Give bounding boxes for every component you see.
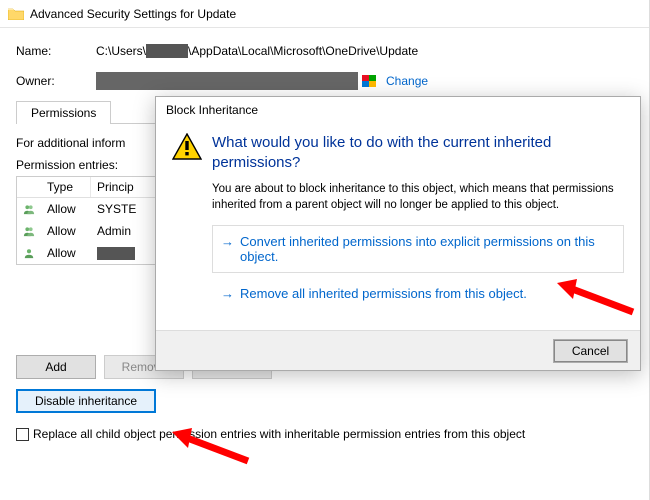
replace-checkbox-row[interactable]: Replace all child object permission entr… [16, 427, 633, 441]
path-suffix: \AppData\Local\Microsoft\OneDrive\Update [188, 44, 418, 58]
users-icon [23, 203, 35, 215]
window: Advanced Security Settings for Update Na… [0, 0, 650, 500]
owner-label: Owner: [16, 74, 96, 88]
name-label: Name: [16, 44, 96, 58]
users-icon [23, 225, 35, 237]
window-title: Advanced Security Settings for Update [30, 7, 236, 21]
option-remove-label: Remove all inherited permissions from th… [240, 286, 527, 301]
col-icon [17, 177, 41, 197]
cell-type: Allow [41, 222, 91, 240]
redacted-owner [96, 72, 358, 90]
tab-permissions[interactable]: Permissions [16, 101, 111, 124]
change-link[interactable]: Change [386, 74, 428, 88]
option-convert[interactable]: → Convert inherited permissions into exp… [212, 225, 624, 273]
option-convert-label: Convert inherited permissions into expli… [240, 234, 615, 264]
path-prefix: C:\Users\ [96, 44, 146, 58]
dialog-heading: What would you like to do with the curre… [212, 133, 624, 172]
titlebar: Advanced Security Settings for Update [0, 0, 649, 28]
add-button[interactable]: Add [16, 355, 96, 379]
col-type[interactable]: Type [41, 177, 91, 197]
user-icon [23, 247, 35, 259]
disable-inheritance-button[interactable]: Disable inheritance [16, 389, 156, 413]
arrow-icon: → [221, 234, 234, 249]
warning-icon [172, 133, 202, 161]
owner-row: Owner: Change [16, 70, 633, 92]
option-remove[interactable]: → Remove all inherited permissions from … [212, 277, 624, 310]
checkbox-icon[interactable] [16, 428, 29, 441]
name-row: Name: C:\Users\ \AppData\Local\Microsoft\… [16, 40, 633, 62]
cell-type: Allow [41, 244, 91, 262]
arrow-icon: → [221, 286, 234, 301]
folder-icon [8, 7, 24, 20]
cell-type: Allow [41, 200, 91, 218]
redacted-principal [97, 247, 135, 260]
name-path: C:\Users\ \AppData\Local\Microsoft\OneDri… [96, 44, 418, 59]
block-inheritance-dialog: Block Inheritance What would you like to… [155, 96, 641, 371]
cancel-button[interactable]: Cancel [553, 339, 628, 363]
dialog-title: Block Inheritance [156, 97, 640, 127]
shield-icon [362, 75, 376, 87]
dialog-footer: Cancel [156, 330, 640, 370]
dialog-text: You are about to block inheritance to th… [212, 182, 624, 213]
redacted-user [146, 44, 188, 58]
replace-checkbox-label: Replace all child object permission entr… [33, 427, 525, 441]
